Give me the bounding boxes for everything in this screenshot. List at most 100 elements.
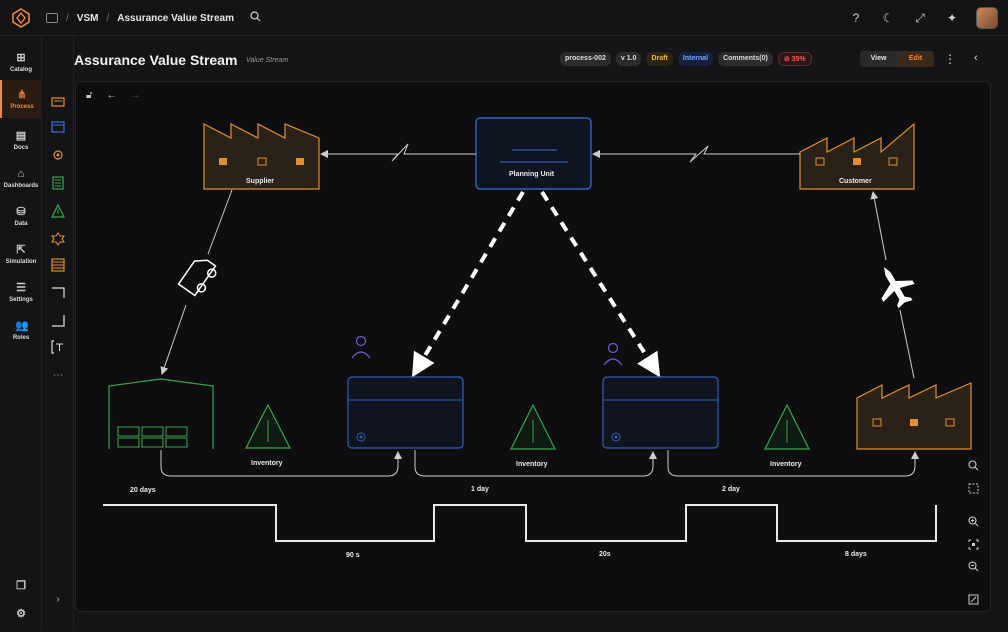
shape-corner-top-icon[interactable] <box>51 286 65 300</box>
settings-icon: ☰ <box>16 281 26 294</box>
more-shapes-icon[interactable]: ⋯ <box>51 368 65 382</box>
shape-operator-icon[interactable] <box>51 148 65 162</box>
dashboards-icon: ⌂ <box>17 167 25 180</box>
airplane-icon[interactable] <box>868 258 921 313</box>
sidebar-item-label: Roles <box>12 334 30 341</box>
sidebar-item-label: Docs <box>13 144 29 151</box>
shape-supermarket-icon[interactable] <box>51 258 65 272</box>
mode-toggle: View Edit <box>860 51 934 67</box>
plane-to-customer-arrow[interactable] <box>870 191 887 261</box>
sidebar: ⊞ Catalog ⋔ Process ▤ Docs ⌂ Dashboards … <box>0 36 42 630</box>
zoom-in-icon[interactable] <box>966 516 980 530</box>
customer-label: Customer <box>839 178 872 185</box>
view-mode-button[interactable]: View <box>860 51 897 67</box>
simulation-icon: ⇱ <box>16 243 26 256</box>
electronic-info-arrow-right[interactable] <box>592 145 800 163</box>
shape-kaizen-icon[interactable] <box>51 232 65 246</box>
production-factory[interactable] <box>856 382 972 450</box>
sidebar-item-data[interactable]: ⛁ Data <box>0 198 42 234</box>
fullscreen-icon[interactable]: ⤢ <box>912 10 928 26</box>
warehouse[interactable] <box>108 378 214 449</box>
gear-icon: ⚙ <box>16 608 26 620</box>
planning-unit-box[interactable] <box>475 117 592 190</box>
fit-view-icon[interactable] <box>966 539 980 553</box>
shape-palette: ⋯ › <box>42 36 74 630</box>
sidebar-item-process[interactable]: ⋔ Process <box>0 80 42 118</box>
process-box-1[interactable] <box>347 376 464 449</box>
electronic-info-arrow-left[interactable] <box>320 143 476 162</box>
sidebar-item-label: Process <box>10 103 34 110</box>
operator-icon[interactable] <box>351 335 371 359</box>
app-logo-icon[interactable] <box>11 8 31 28</box>
timeline-ladder <box>103 504 937 542</box>
truck-to-warehouse-arrow[interactable] <box>160 304 187 375</box>
supplier-to-truck-line <box>207 189 233 255</box>
wait-time-label-2: 1 day <box>471 486 489 493</box>
top-right-tools: ? ☾ ⤢ ✦ <box>848 0 998 36</box>
wait-time-label-3: 2 day <box>722 486 740 493</box>
shape-corner-bottom-icon[interactable] <box>51 314 65 328</box>
select-area-icon[interactable] <box>966 483 980 497</box>
sidebar-item-label: Data <box>14 220 28 227</box>
operator-icon[interactable] <box>603 342 623 366</box>
page-subtitle: Value Stream <box>246 57 289 64</box>
more-menu-icon[interactable]: ⋮ <box>944 52 956 66</box>
process-time-label-1: 90 s <box>346 552 360 559</box>
push-arrow-left[interactable] <box>411 190 525 378</box>
help-icon[interactable]: ? <box>848 10 864 26</box>
diagram-canvas[interactable]: 🔓︎ ← → Supplier Planning Unit Customer I… <box>75 81 991 612</box>
top-bar: / VSM / Assurance Value Stream ? ☾ ⤢ ✦ <box>0 0 1008 36</box>
process-box-2[interactable] <box>602 376 719 449</box>
sidebar-item-label: Dashboards <box>3 182 39 189</box>
inventory-label-3: Inventory <box>770 461 802 468</box>
wait-time-label-1: 20 days <box>130 487 156 494</box>
sidebar-item-catalog[interactable]: ⊞ Catalog <box>0 44 42 80</box>
expand-palette-icon[interactable]: › <box>51 592 65 606</box>
shape-text-icon[interactable] <box>51 340 65 354</box>
zoom-out-icon[interactable] <box>966 561 980 575</box>
breadcrumb-vsm[interactable]: VSM <box>77 13 99 24</box>
export-icon[interactable] <box>966 594 980 608</box>
push-arrow-right[interactable] <box>540 190 661 378</box>
truck-shipment-icon[interactable] <box>177 255 219 299</box>
moon-icon[interactable]: ☾ <box>880 10 896 26</box>
sidebar-item-roles[interactable]: 👥 Roles <box>0 312 42 348</box>
comments-badge[interactable]: Comments(0) <box>718 52 773 66</box>
shape-list-icon[interactable] <box>51 176 65 190</box>
sidebar-item-settings[interactable]: ☰ Settings <box>0 274 42 310</box>
inventory-triangle-1[interactable] <box>245 403 291 449</box>
shape-inventory-icon[interactable] <box>51 204 65 218</box>
gear-button[interactable]: ⚙ <box>0 596 42 632</box>
shape-factory-icon[interactable] <box>51 94 65 108</box>
search-icon[interactable] <box>966 460 980 474</box>
page-header: Assurance Value Stream Value Stream proc… <box>74 44 994 74</box>
inventory-triangle-3[interactable] <box>764 403 810 450</box>
vsm-diagram <box>103 117 972 542</box>
page-title: Assurance Value Stream <box>74 52 238 68</box>
progress-icon: ⊘ <box>783 56 792 63</box>
planning-unit-label: Planning Unit <box>509 171 555 178</box>
avatar[interactable] <box>976 7 998 29</box>
sidebar-item-label: Simulation <box>5 258 37 265</box>
edit-mode-button[interactable]: Edit <box>897 51 934 67</box>
collapse-icon[interactable]: ‹ <box>974 52 978 64</box>
process-icon: ⋔ <box>17 88 27 101</box>
shape-box-icon[interactable] <box>51 120 65 134</box>
sidebar-item-docs[interactable]: ▤ Docs <box>0 122 42 158</box>
inventory-label-1: Inventory <box>251 460 283 467</box>
database-icon: ⛁ <box>16 205 26 218</box>
visibility-badge: Internal <box>677 52 714 66</box>
folder-icon[interactable] <box>46 13 58 23</box>
process-time-label-2: 20s <box>599 551 611 558</box>
sidebar-item-simulation[interactable]: ⇱ Simulation <box>0 236 42 272</box>
inventory-triangle-2[interactable] <box>510 403 556 450</box>
bookmark-icon: ❐ <box>16 580 26 592</box>
search-icon[interactable] <box>250 11 261 25</box>
sparkle-icon[interactable]: ✦ <box>944 10 960 26</box>
factory-to-plane-line <box>899 309 915 379</box>
breadcrumb-current[interactable]: Assurance Value Stream <box>117 13 234 24</box>
sidebar-item-label: Catalog <box>9 66 32 73</box>
process-id-badge: process-002 <box>560 52 611 66</box>
badge-row: process-002 v 1.0 Draft Internal Comment… <box>560 52 812 66</box>
sidebar-item-dashboards[interactable]: ⌂ Dashboards <box>0 160 42 196</box>
